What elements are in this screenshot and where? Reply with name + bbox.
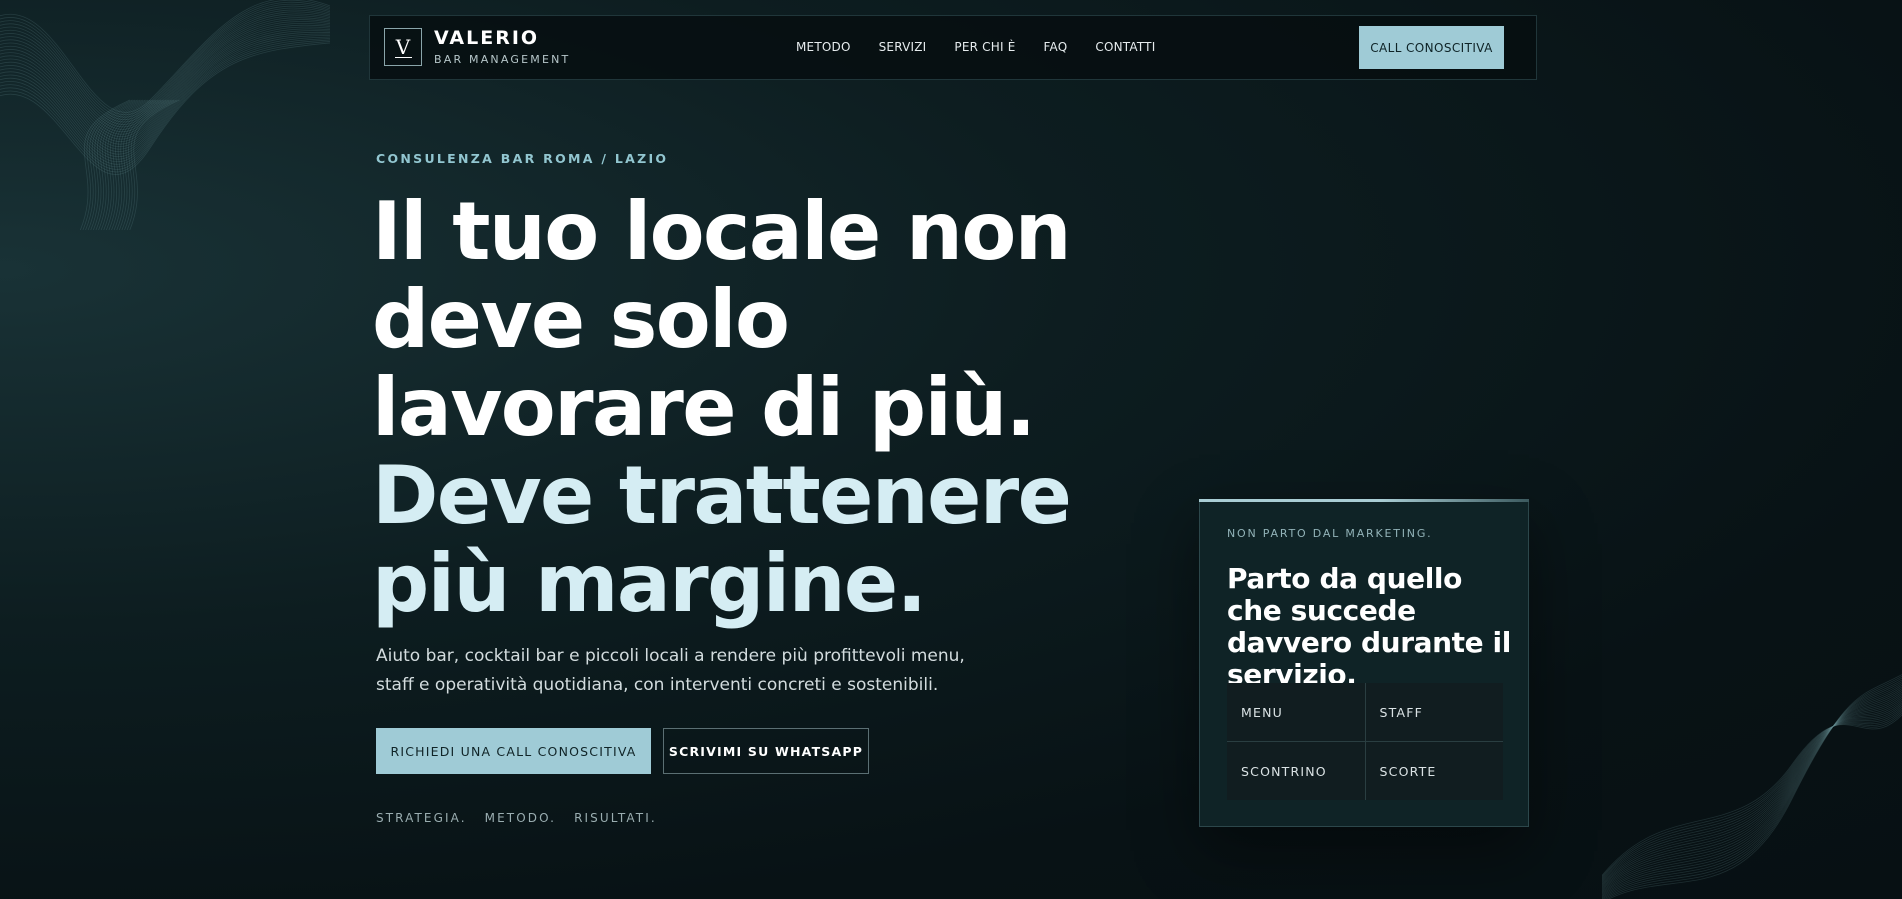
nav-link-per-chi-e[interactable]: PER CHI È — [954, 40, 1015, 54]
headline-line: lavorare di più. — [372, 361, 1036, 454]
request-call-button[interactable]: RICHIEDI UNA CALL CONOSCITIVA — [376, 728, 651, 774]
headline-line: Il tuo locale non — [372, 185, 1072, 278]
logo-mark: V — [384, 28, 422, 66]
hero-eyebrow: CONSULENZA BAR ROMA / LAZIO — [376, 151, 669, 166]
headline-accent-line: Deve trattenere — [372, 449, 1072, 542]
brand-logo[interactable]: V VALERIO BAR MANAGEMENT — [384, 28, 570, 66]
nav-link-servizi[interactable]: SERVIZI — [879, 40, 927, 54]
nav-links: METODO SERVIZI PER CHI È FAQ CONTATTI — [796, 40, 1183, 54]
brand-subtitle: BAR MANAGEMENT — [434, 53, 571, 66]
decorative-wave-bottom-right — [1602, 674, 1902, 899]
hero-tagline: STRATEGIA. METODO. RISULTATI. — [376, 811, 675, 825]
tagline-item: STRATEGIA. — [376, 811, 467, 825]
nav-link-contatti[interactable]: CONTATTI — [1095, 40, 1155, 54]
logo-letter: V — [395, 35, 411, 59]
hero-headline: Il tuo locale non deve solo lavorare di … — [372, 185, 1072, 630]
card-cell-scorte: SCORTE — [1365, 742, 1503, 800]
nav-link-faq[interactable]: FAQ — [1044, 40, 1068, 54]
nav-link-metodo[interactable]: METODO — [796, 40, 851, 54]
card-eyebrow: NON PARTO DAL MARKETING. — [1227, 527, 1433, 540]
tagline-item: RISULTATI. — [574, 811, 657, 825]
card-title: Parto da quello che succede davvero dura… — [1227, 562, 1511, 691]
tagline-item: METODO. — [484, 811, 557, 825]
card-cell-scontrino: SCONTRINO — [1227, 742, 1365, 800]
card-grid: MENU STAFF SCONTRINO SCORTE — [1227, 683, 1503, 800]
call-conoscitiva-button[interactable]: CALL CONOSCITIVA — [1359, 26, 1504, 69]
brand-name: VALERIO — [434, 27, 540, 49]
navbar: V VALERIO BAR MANAGEMENT METODO SERVIZI … — [369, 15, 1537, 80]
info-card: NON PARTO DAL MARKETING. Parto da quello… — [1199, 499, 1529, 827]
headline-accent-line: più margine. — [372, 537, 927, 630]
headline-line: deve solo — [372, 273, 790, 366]
whatsapp-button[interactable]: SCRIVIMI SU WHATSAPP — [663, 728, 869, 774]
hero-lead: Aiuto bar, cocktail bar e piccoli locali… — [376, 646, 965, 695]
decorative-wave-top-left — [0, 0, 330, 230]
card-cell-menu: MENU — [1227, 683, 1365, 741]
card-cell-staff: STAFF — [1365, 683, 1503, 741]
